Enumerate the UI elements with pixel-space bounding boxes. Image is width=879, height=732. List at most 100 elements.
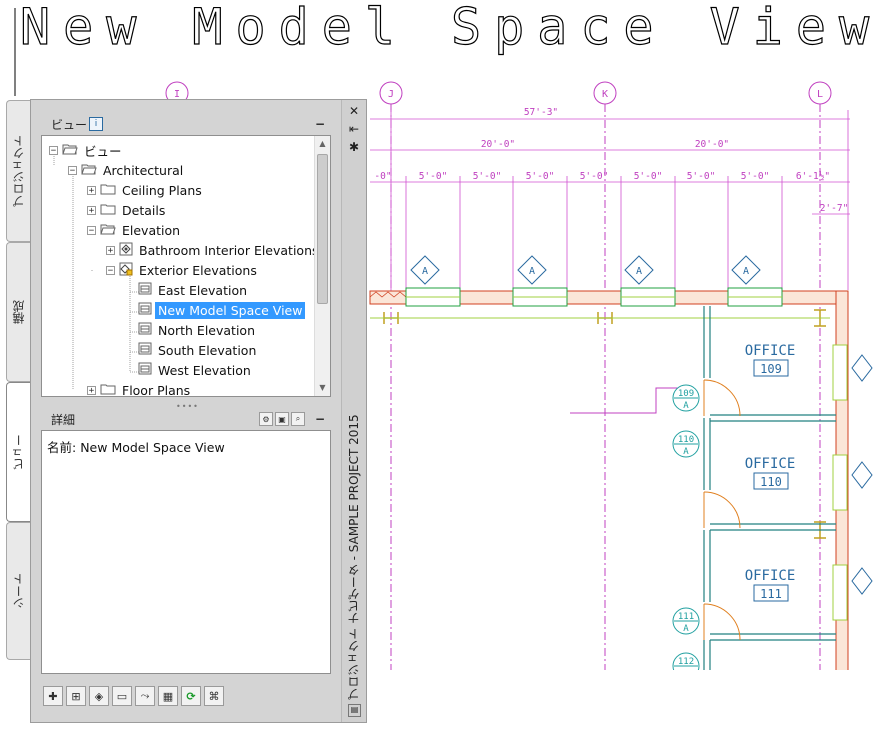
tree-scrollbar[interactable]: ▲ ▼ bbox=[314, 136, 330, 396]
svg-text:5'-0": 5'-0" bbox=[526, 171, 555, 182]
svg-text:-0": -0" bbox=[374, 171, 391, 182]
dimension-labels: 57'-3" 20'-0" 20'-0" -0" 5'-0" 5'-0" 5'-… bbox=[374, 107, 848, 214]
svg-text:110: 110 bbox=[760, 475, 782, 489]
svg-text:112: 112 bbox=[678, 657, 694, 667]
view-icon bbox=[138, 342, 152, 358]
project-navigator-palette: ✕ ⇤ ✱ プロジェクト ナビゲータ - SAMPLE PROJECT 2015… bbox=[30, 99, 367, 723]
svg-text:5'-0": 5'-0" bbox=[741, 171, 770, 182]
grid-bubble-l: L bbox=[808, 81, 832, 105]
tree-item[interactable]: − ビュー bbox=[49, 140, 125, 160]
elevation-group-locked-icon bbox=[119, 262, 133, 279]
door-tag-109: 109 A bbox=[672, 384, 700, 412]
elevation-tag-label: A bbox=[422, 266, 428, 277]
auto-hide-icon[interactable]: ⇤ bbox=[346, 121, 362, 137]
svg-text:20'-0": 20'-0" bbox=[481, 139, 515, 150]
collapse-icon[interactable]: − bbox=[49, 145, 58, 155]
tree-item-label: Elevation bbox=[122, 222, 181, 238]
expand-icon[interactable]: + bbox=[87, 185, 96, 195]
folder-icon bbox=[100, 383, 116, 397]
svg-text:5'-0": 5'-0" bbox=[419, 171, 448, 182]
svg-text:OFFICE: OFFICE bbox=[745, 456, 796, 472]
tree-item-label: North Elevation bbox=[158, 322, 255, 338]
svg-text:A: A bbox=[683, 447, 689, 457]
collapse-icon[interactable]: − bbox=[87, 225, 96, 235]
folder-icon bbox=[100, 183, 116, 198]
folder-open-icon bbox=[81, 163, 97, 178]
tree-item-label: West Elevation bbox=[158, 362, 251, 378]
add-view-icon[interactable]: ⊞ bbox=[66, 686, 86, 706]
tree-item[interactable]: North Elevation bbox=[125, 320, 258, 340]
tree-item[interactable]: − Architectural bbox=[68, 160, 186, 180]
tab-views[interactable]: ビュー bbox=[6, 382, 30, 522]
tab-project[interactable]: プロジェクト bbox=[6, 100, 30, 242]
palette-title-bar[interactable]: ✕ ⇤ ✱ プロジェクト ナビゲータ - SAMPLE PROJECT 2015… bbox=[341, 100, 366, 722]
tree-item[interactable]: New Model Space View bbox=[125, 300, 306, 320]
views-header-label: ビュー bbox=[51, 117, 88, 132]
expand-icon[interactable]: + bbox=[87, 385, 96, 395]
svg-text:5'-0": 5'-0" bbox=[687, 171, 716, 182]
expand-icon[interactable]: + bbox=[106, 245, 115, 255]
scroll-up-icon[interactable]: ▲ bbox=[315, 136, 330, 152]
view-title-text: New Model Space View bbox=[20, 0, 879, 56]
svg-text:5'-0": 5'-0" bbox=[634, 171, 663, 182]
regenerate-icon[interactable]: ⤳ bbox=[135, 686, 155, 706]
navigator-toolbar: ✚ ⊞ ◈ ▭ ⤳ ▦ ⟳ ⌘ bbox=[43, 686, 224, 708]
tree-item-label: ビュー bbox=[84, 143, 122, 159]
details-pane: 名前: New Model Space View bbox=[41, 430, 331, 674]
clipboard-icon[interactable]: ▭ bbox=[112, 686, 132, 706]
tree-item[interactable]: + Bathroom Interior Elevations bbox=[106, 240, 322, 260]
refresh-icon[interactable]: ⟳ bbox=[181, 686, 201, 706]
properties-filter-icon[interactable]: ⚙ bbox=[259, 412, 273, 426]
scroll-thumb[interactable] bbox=[317, 154, 328, 304]
tree-item[interactable]: South Elevation bbox=[125, 340, 259, 360]
preview-icon[interactable]: ▣ bbox=[275, 412, 289, 426]
room-tag-110: OFFICE 110 bbox=[745, 456, 796, 490]
svg-text:109: 109 bbox=[678, 389, 694, 399]
view-icon bbox=[138, 302, 152, 318]
svg-text:111: 111 bbox=[760, 587, 782, 601]
collapse-icon[interactable]: − bbox=[68, 165, 77, 175]
tree-item-label: South Elevation bbox=[158, 342, 257, 358]
view-icon bbox=[138, 282, 152, 298]
svg-text:A: A bbox=[683, 401, 689, 411]
tab-constructs[interactable]: 構成 bbox=[6, 242, 30, 382]
info-icon[interactable]: i bbox=[89, 117, 104, 131]
svg-text:20'-0": 20'-0" bbox=[695, 139, 729, 150]
svg-text:110: 110 bbox=[678, 435, 694, 445]
new-view-icon[interactable]: ✚ bbox=[43, 686, 63, 706]
tree-item[interactable]: + Details bbox=[87, 200, 168, 220]
svg-text:A: A bbox=[683, 624, 689, 634]
svg-text:OFFICE: OFFICE bbox=[745, 343, 796, 359]
repath-icon[interactable]: ⌘ bbox=[204, 686, 224, 706]
properties-icon[interactable]: ✱ bbox=[346, 139, 362, 155]
collapse-views-button[interactable]: − bbox=[315, 117, 325, 131]
tree-item-label: East Elevation bbox=[158, 282, 248, 298]
views-tree[interactable]: − ビュー − Architectural + Ceiling Plans + Details… bbox=[41, 135, 331, 397]
tree-item[interactable]: − Exterior Elevations bbox=[106, 260, 260, 280]
tree-item[interactable]: − Elevation bbox=[87, 220, 183, 240]
room-tag-111: OFFICE 111 bbox=[745, 568, 795, 602]
tree-item[interactable]: West Elevation bbox=[125, 360, 254, 380]
grid-bubble-k: K bbox=[593, 81, 617, 105]
tree-item[interactable]: + Ceiling Plans bbox=[87, 180, 205, 200]
svg-text:5'-0": 5'-0" bbox=[473, 171, 502, 182]
zoom-preview-icon[interactable]: ⌕ bbox=[291, 412, 305, 426]
elevation-group-icon bbox=[119, 242, 133, 259]
sheet-icon[interactable]: ▦ bbox=[158, 686, 178, 706]
collapse-details-button[interactable]: − bbox=[315, 412, 325, 426]
expand-icon[interactable]: + bbox=[87, 205, 96, 215]
tree-item[interactable]: + Floor Plans bbox=[87, 380, 193, 397]
scroll-down-icon[interactable]: ▼ bbox=[315, 380, 330, 396]
grid-bubble-j: J bbox=[379, 81, 403, 105]
collapse-icon[interactable]: − bbox=[106, 265, 115, 275]
tree-item-label: Details bbox=[122, 202, 166, 218]
add-elevation-icon[interactable]: ◈ bbox=[89, 686, 109, 706]
palette-side-tabs: プロジェクト 構成 ビュー シート bbox=[6, 100, 32, 660]
svg-text:57'-3": 57'-3" bbox=[524, 107, 558, 118]
tree-item-label: Exterior Elevations bbox=[139, 262, 257, 278]
palette-menu-icon[interactable]: ▤ bbox=[348, 704, 361, 717]
close-icon[interactable]: ✕ bbox=[346, 103, 362, 119]
tree-item[interactable]: East Elevation bbox=[125, 280, 250, 300]
tab-sheets[interactable]: シート bbox=[6, 522, 30, 660]
tree-item-label: Architectural bbox=[103, 162, 184, 178]
